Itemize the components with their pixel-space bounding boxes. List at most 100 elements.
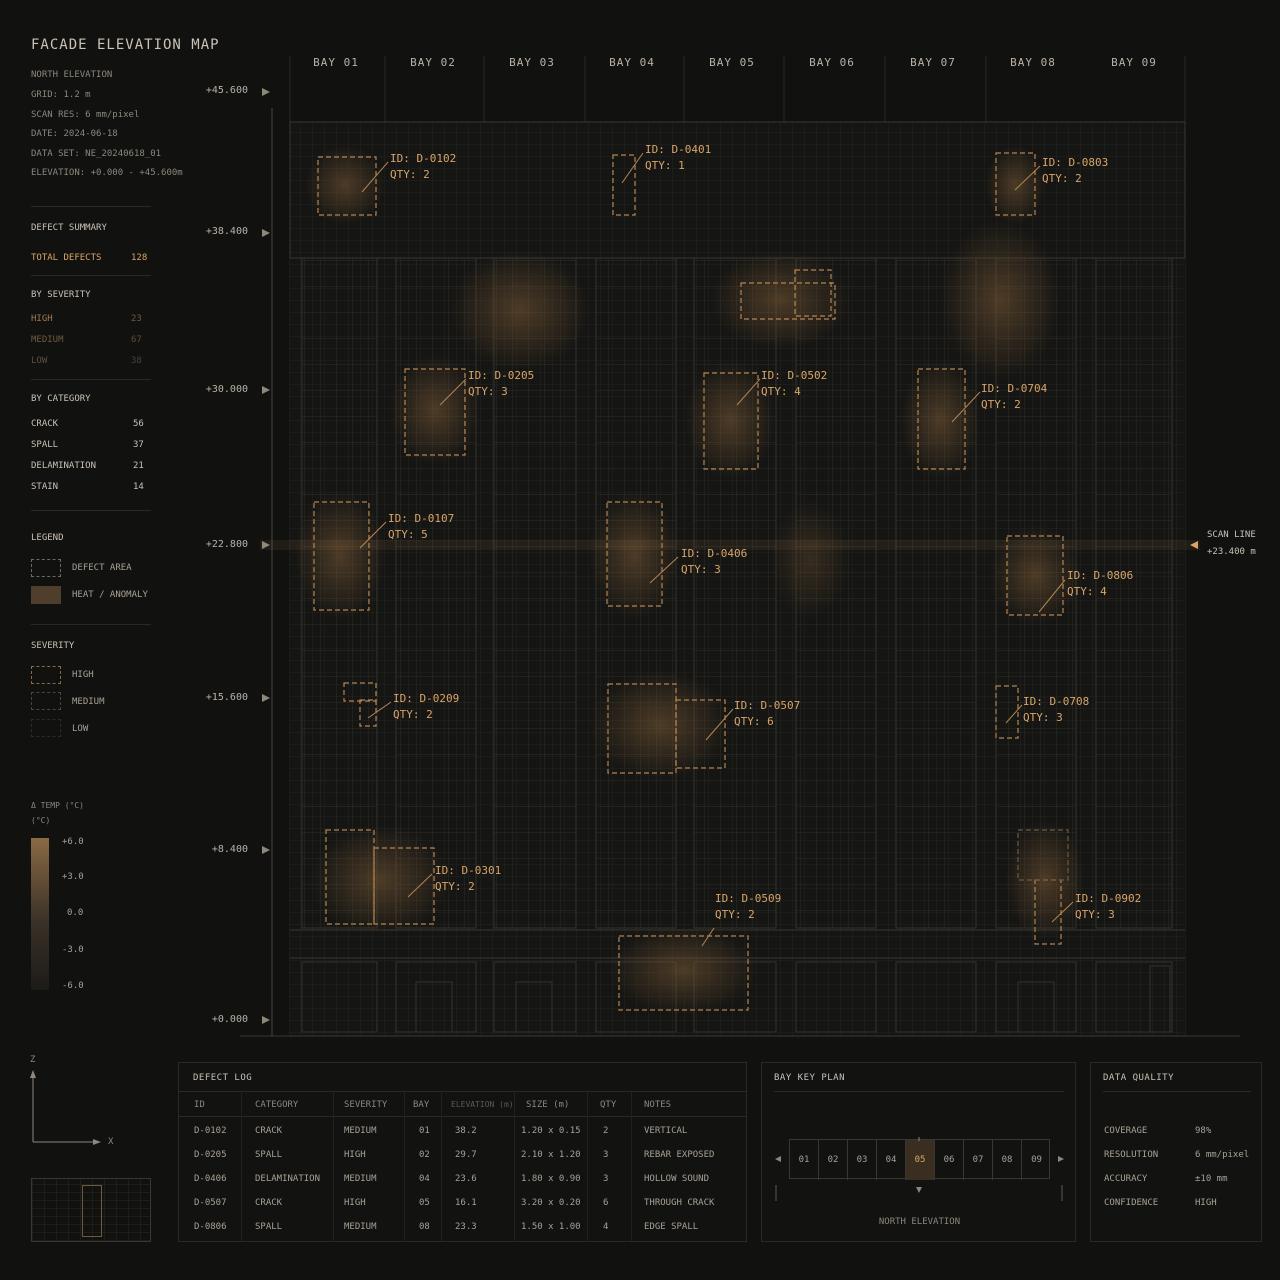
defect-qty: QTY: 4 [761, 385, 801, 398]
table-cell[interactable]: 02 [419, 1150, 430, 1160]
table-cell[interactable]: 3 [603, 1150, 608, 1160]
defect-label-d0107[interactable]: ID: D-0107 QTY: 5 [388, 511, 454, 543]
table-cell[interactable]: CRACK [255, 1126, 282, 1136]
table-cell[interactable]: 2 [603, 1126, 608, 1136]
defect-id: ID: D-0704 [981, 382, 1048, 395]
defect-qty: QTY: 3 [468, 385, 508, 398]
table-cell[interactable]: 1.80 x 0.90 [521, 1174, 581, 1184]
defect-qty: QTY: 2 [390, 168, 430, 181]
defect-qty: QTY: 1 [645, 159, 685, 172]
defect-qty: QTY: 2 [1042, 172, 1082, 185]
table-cell[interactable]: HIGH [344, 1198, 366, 1208]
log-col-qty[interactable]: QTY [600, 1100, 616, 1110]
table-cell[interactable]: 4 [603, 1222, 608, 1232]
table-cell[interactable]: HOLLOW SOUND [644, 1174, 709, 1184]
defect-label-d0902[interactable]: ID: D-0902 QTY: 3 [1075, 891, 1141, 923]
table-cell[interactable]: SPALL [255, 1222, 282, 1232]
table-cell[interactable]: D-0507 [194, 1198, 227, 1208]
table-cell[interactable]: MEDIUM [344, 1222, 377, 1232]
log-col-severity[interactable]: SEVERITY [344, 1100, 387, 1110]
table-cell[interactable]: 3.20 x 0.20 [521, 1198, 581, 1208]
table-cell[interactable]: D-0406 [194, 1174, 227, 1184]
defect-label-d0205[interactable]: ID: D-0205 QTY: 3 [468, 368, 534, 400]
axis-triad [30, 1070, 101, 1145]
dq-confidence-value: HIGH [1195, 1198, 1217, 1208]
defect-label-d0708[interactable]: ID: D-0708 QTY: 3 [1023, 694, 1089, 726]
table-cell[interactable]: D-0102 [194, 1126, 227, 1136]
minimap-viewport[interactable] [82, 1185, 102, 1237]
table-cell[interactable]: D-0205 [194, 1150, 227, 1160]
defect-id: ID: D-0502 [761, 369, 828, 382]
data-quality-heading: DATA QUALITY [1103, 1073, 1175, 1083]
defect-label-d0502[interactable]: ID: D-0502 QTY: 4 [761, 368, 827, 400]
defect-id: ID: D-0301 [435, 864, 502, 877]
defect-label-d0806[interactable]: ID: D-0806 QTY: 4 [1067, 568, 1133, 600]
table-cell[interactable]: 1.20 x 0.15 [521, 1126, 581, 1136]
defect-id: ID: D-0806 [1067, 569, 1134, 582]
defect-qty: QTY: 2 [393, 708, 433, 721]
defect-log-panel: DEFECT LOG ID CATEGORY SEVERITY BAY ELEV… [178, 1062, 747, 1242]
table-cell[interactable]: 29.7 [455, 1150, 477, 1160]
bay-key-plan-panel: BAY KEY PLAN 01 02 03 04 05 06 07 08 09 … [761, 1062, 1076, 1242]
table-cell[interactable]: 16.1 [455, 1198, 477, 1208]
table-cell[interactable]: DELAMINATION [255, 1174, 320, 1184]
table-cell[interactable]: SPALL [255, 1150, 282, 1160]
log-col-elevation[interactable]: ELEVATION (m) [451, 1100, 514, 1109]
table-cell[interactable]: MEDIUM [344, 1126, 377, 1136]
table-cell[interactable]: VERTICAL [644, 1126, 687, 1136]
defect-label-d0401[interactable]: ID: D-0401 QTY: 1 [645, 142, 711, 174]
defect-label-d0406[interactable]: ID: D-0406 QTY: 3 [681, 546, 747, 578]
table-cell[interactable]: D-0806 [194, 1222, 227, 1232]
dq-confidence-label: CONFIDENCE [1104, 1198, 1159, 1208]
facade-minimap[interactable] [31, 1178, 151, 1242]
table-cell[interactable]: CRACK [255, 1198, 282, 1208]
defect-label-d0209[interactable]: ID: D-0209 QTY: 2 [393, 691, 459, 723]
defect-qty: QTY: 6 [734, 715, 774, 728]
defect-id: ID: D-0803 [1042, 156, 1109, 169]
table-cell[interactable]: 6 [603, 1198, 608, 1208]
dq-resolution-value: 6 mm/pixel [1195, 1150, 1250, 1160]
key-plan-dimension-marks [775, 1137, 1064, 1201]
scan-line-label: SCAN LINE [1207, 530, 1256, 540]
log-col-notes[interactable]: NOTES [644, 1100, 671, 1110]
defect-label-d0102[interactable]: ID: D-0102 QTY: 2 [390, 151, 456, 183]
table-cell[interactable]: 01 [419, 1126, 430, 1136]
table-cell[interactable]: MEDIUM [344, 1174, 377, 1184]
x-axis-label: X [108, 1137, 114, 1147]
table-cell[interactable]: EDGE SPALL [644, 1222, 698, 1232]
table-cell[interactable]: 04 [419, 1174, 430, 1184]
dq-accuracy-label: ACCURACY [1104, 1174, 1148, 1184]
log-col-category[interactable]: CATEGORY [255, 1100, 298, 1110]
defect-id: ID: D-0209 [393, 692, 460, 705]
log-col-bay[interactable]: BAY [413, 1100, 429, 1110]
table-cell[interactable]: 23.6 [455, 1174, 477, 1184]
scan-line-value: +23.400 m [1207, 547, 1256, 557]
dq-coverage-label: COVERAGE [1104, 1126, 1148, 1136]
table-cell[interactable]: REBAR EXPOSED [644, 1150, 714, 1160]
table-cell[interactable]: 23.3 [455, 1222, 477, 1232]
table-cell[interactable]: HIGH [344, 1150, 366, 1160]
defect-label-d0301[interactable]: ID: D-0301 QTY: 2 [435, 863, 501, 895]
defect-qty: QTY: 5 [388, 528, 428, 541]
table-cell[interactable]: THROUGH CRACK [644, 1198, 714, 1208]
defect-label-d0509[interactable]: ID: D-0509 QTY: 2 [715, 891, 781, 923]
table-cell[interactable]: 1.50 x 1.00 [521, 1222, 581, 1232]
dq-coverage-value: 98% [1195, 1126, 1212, 1136]
dq-resolution-label: RESOLUTION [1104, 1150, 1159, 1160]
defect-id: ID: D-0205 [468, 369, 535, 382]
defect-label-d0803[interactable]: ID: D-0803 QTY: 2 [1042, 155, 1108, 187]
defect-id: ID: D-0509 [715, 892, 782, 905]
defect-qty: QTY: 3 [1023, 711, 1063, 724]
defect-log-heading: DEFECT LOG [193, 1073, 253, 1083]
defect-label-d0704[interactable]: ID: D-0704 QTY: 2 [981, 381, 1047, 413]
defect-label-d0507[interactable]: ID: D-0507 QTY: 6 [734, 698, 800, 730]
table-cell[interactable]: 38.2 [455, 1126, 477, 1136]
table-cell[interactable]: 2.10 x 1.20 [521, 1150, 581, 1160]
defect-id: ID: D-0107 [388, 512, 455, 525]
defect-id: ID: D-0902 [1075, 892, 1142, 905]
table-cell[interactable]: 05 [419, 1198, 430, 1208]
table-cell[interactable]: 08 [419, 1222, 430, 1232]
log-col-size[interactable]: SIZE (m) [526, 1100, 569, 1110]
table-cell[interactable]: 3 [603, 1174, 608, 1184]
log-col-id[interactable]: ID [194, 1100, 205, 1110]
